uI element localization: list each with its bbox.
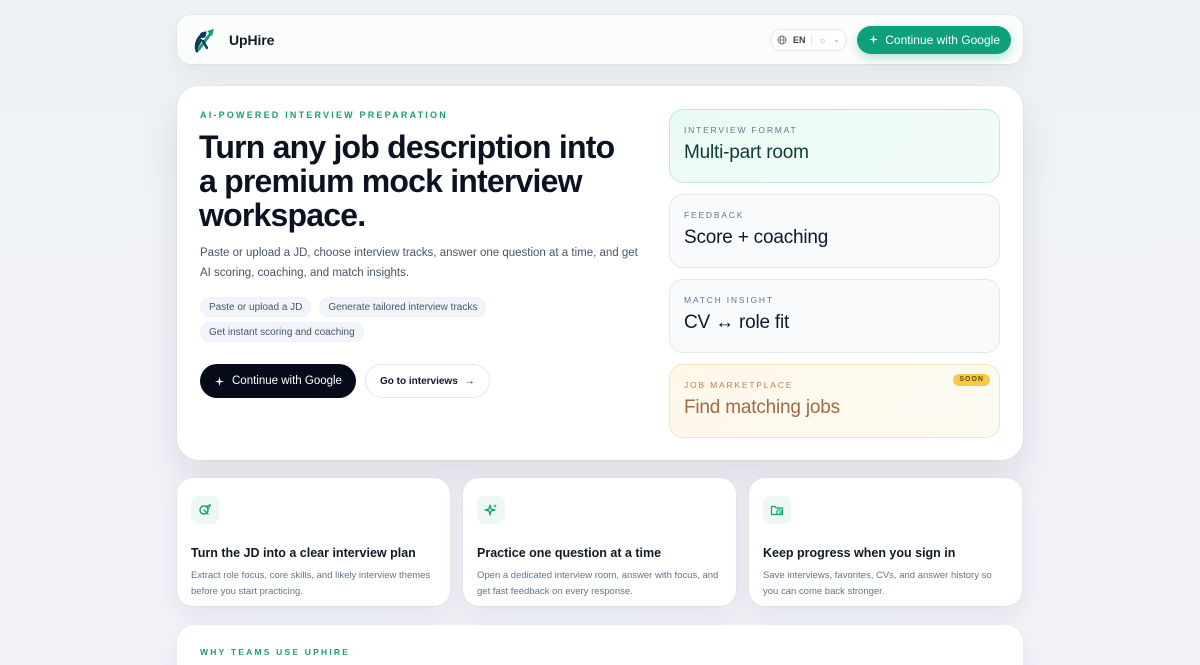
tile-label: MATCH INSIGHT (684, 295, 774, 305)
card-description: Open a dedicated interview room, answer … (477, 570, 719, 597)
hero-title: Turn any job description into a premium … (199, 129, 615, 233)
tile-value: CV ↔ role fit (684, 312, 790, 333)
chip-generate-tracks: Generate tailored interview tracks (319, 297, 487, 317)
language-theme-switcher[interactable]: EN ☼ ⌄ (769, 28, 848, 51)
card-title: Practice one question at a time (477, 546, 662, 560)
tile-label: INTERVIEW FORMAT (684, 125, 798, 135)
tile-label: FEEDBACK (684, 210, 745, 220)
language-code[interactable]: EN (793, 35, 806, 45)
continue-with-google-label: Continue with Google (885, 32, 1000, 47)
uphire-logo-icon (194, 28, 214, 52)
brand-name: UpHire (229, 31, 275, 48)
tile-match-insight: MATCH INSIGHT CV ↔ role fit (669, 279, 1000, 353)
card-title: Keep progress when you sign in (763, 546, 956, 560)
tile-job-marketplace: JOB MARKETPLACE Find matching jobs SOON (669, 364, 1000, 438)
card-title: Turn the JD into a clear interview plan (191, 546, 416, 560)
tile-interview-format: INTERVIEW FORMAT Multi-part room (669, 109, 1000, 183)
chip-scoring: Get instant scoring and coaching (200, 322, 364, 342)
sun-icon[interactable]: ☼ (818, 35, 826, 45)
hero-eyebrow: AI-POWERED INTERVIEW PREPARATION (200, 110, 448, 120)
arrow-right-icon: → (464, 375, 475, 387)
go-to-interviews-button[interactable]: Go to interviews → (364, 364, 490, 398)
hero-continue-with-google-button[interactable]: Continue with Google (200, 364, 356, 398)
tile-value: Multi-part room (684, 142, 809, 163)
go-to-interviews-label: Go to interviews (379, 375, 458, 387)
sparkle-icon (214, 376, 225, 386)
card-description: Extract role focus, core skills, and lik… (191, 570, 431, 597)
tile-feedback: FEEDBACK Score + coaching (669, 194, 1000, 268)
hero-card: AI-POWERED INTERVIEW PREPARATION Turn an… (177, 86, 1023, 460)
feature-card-practice: Practice one question at a time Open a d… (463, 478, 736, 606)
sparkle-icon (869, 34, 879, 45)
tile-value: Find matching jobs (684, 397, 840, 418)
folder-clock-icon (763, 496, 791, 524)
feature-card-plan: Turn the JD into a clear interview plan … (177, 478, 450, 606)
feature-card-progress: Keep progress when you sign in Save inte… (749, 478, 1022, 606)
sparkle-icon (477, 496, 505, 524)
feature-chips: Paste or upload a JD Generate tailored i… (200, 297, 630, 342)
chip-upload-jd: Paste or upload a JD (200, 297, 312, 317)
tile-label: JOB MARKETPLACE (684, 380, 794, 390)
plan-icon (191, 496, 219, 524)
chevron-down-icon[interactable]: ⌄ (833, 34, 841, 45)
top-nav: UpHire EN ☼ ⌄ Continue with Google (177, 15, 1023, 64)
why-section: WHY TEAMS USE UPHIRE (177, 625, 1023, 665)
hero-subtitle: Paste or upload a JD, choose interview t… (200, 247, 638, 279)
brand[interactable]: UpHire (191, 25, 274, 55)
soon-badge: SOON (953, 374, 990, 386)
tile-value: Score + coaching (684, 227, 829, 248)
card-description: Save interviews, favorites, CVs, and ans… (763, 570, 992, 597)
globe-icon (777, 35, 787, 44)
why-label: WHY TEAMS USE UPHIRE (200, 647, 351, 657)
hero-primary-cta-label: Continue with Google (232, 375, 342, 387)
continue-with-google-button[interactable]: Continue with Google (857, 25, 1011, 54)
divider (811, 33, 813, 46)
